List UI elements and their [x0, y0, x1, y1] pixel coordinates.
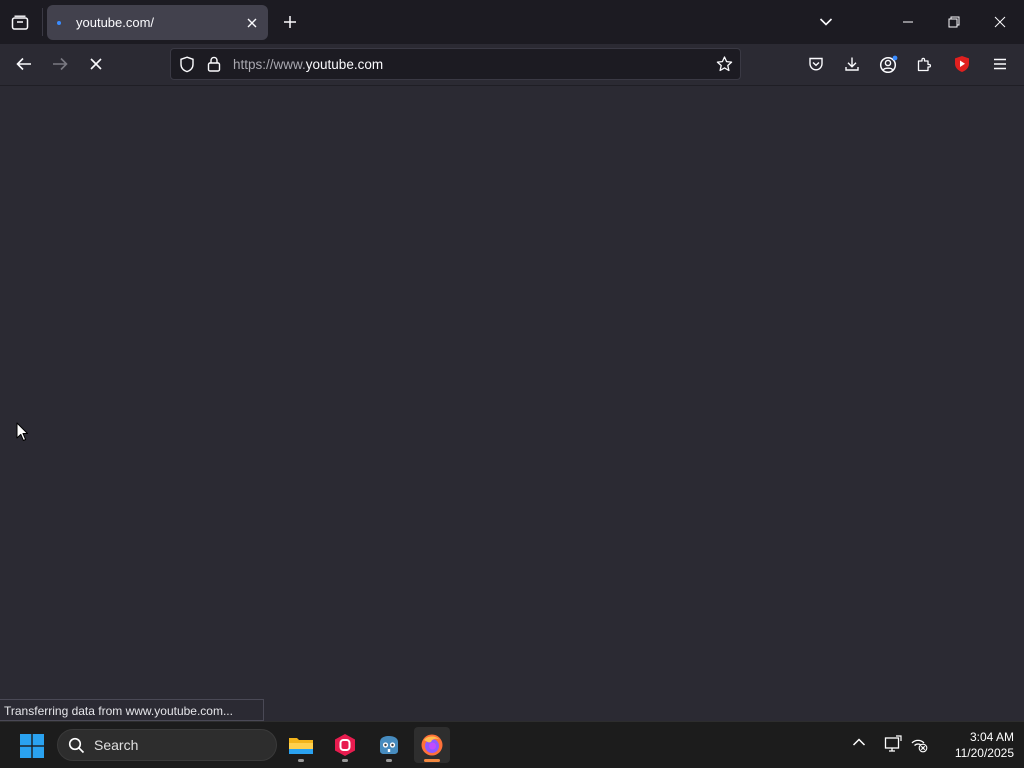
- close-icon: [247, 18, 257, 28]
- taskbar-app-d[interactable]: [327, 727, 363, 763]
- youtube-play-shield-icon: [953, 55, 971, 73]
- tracking-protection-shield-icon[interactable]: [179, 56, 195, 73]
- network-disconnected-icon[interactable]: [910, 735, 928, 753]
- taskbar-firefox[interactable]: [414, 727, 450, 763]
- taskbar-file-explorer[interactable]: [283, 727, 319, 763]
- downloads-button[interactable]: [837, 50, 867, 78]
- folder-icon: [288, 734, 314, 756]
- running-indicator: [298, 759, 304, 762]
- running-indicator: [342, 759, 348, 762]
- hamburger-menu-icon: [993, 58, 1007, 70]
- firefox-icon: [420, 733, 444, 757]
- youtube-extension-button[interactable]: [947, 50, 977, 78]
- tab-close-button[interactable]: [242, 13, 262, 33]
- navigation-toolbar: https://www.youtube.com: [0, 44, 1024, 86]
- extensions-button[interactable]: [909, 50, 939, 78]
- godot-robot-icon: [377, 734, 401, 756]
- stop-loading-button[interactable]: [81, 50, 111, 78]
- taskbar: Search 3:04 AM 11/20/2025: [0, 721, 1024, 768]
- running-indicator: [386, 759, 392, 762]
- taskbar-godot[interactable]: [371, 727, 407, 763]
- url-scheme: https://www.: [233, 57, 306, 72]
- search-icon: [68, 737, 85, 754]
- taskbar-search-box[interactable]: Search: [57, 729, 277, 761]
- restore-button[interactable]: [934, 6, 974, 38]
- tab-strip: youtube.com/: [0, 0, 1024, 44]
- monitor-icon[interactable]: [884, 735, 902, 753]
- stop-x-icon: [90, 58, 102, 70]
- account-icon: [879, 55, 898, 74]
- tab-separator: [42, 8, 43, 36]
- tab-title: youtube.com/: [76, 15, 155, 30]
- restore-icon: [948, 16, 960, 28]
- address-bar[interactable]: https://www.youtube.com: [170, 48, 741, 80]
- active-indicator: [424, 759, 440, 762]
- search-label: Search: [94, 737, 139, 753]
- forward-button[interactable]: [45, 50, 75, 78]
- red-app-icon: [333, 733, 357, 757]
- close-window-button[interactable]: [980, 6, 1020, 38]
- clock-time: 3:04 AM: [969, 730, 1014, 744]
- status-panel: Transferring data from www.youtube.com..…: [0, 699, 264, 721]
- back-button[interactable]: [9, 50, 39, 78]
- show-hidden-icons-chevron-up-icon[interactable]: [852, 737, 866, 747]
- list-all-tabs-button[interactable]: [812, 8, 840, 36]
- windows-logo-icon: [20, 734, 44, 758]
- plus-icon: [283, 15, 297, 29]
- url-text[interactable]: https://www.youtube.com: [233, 57, 383, 72]
- firefox-view-icon: [11, 15, 29, 31]
- page-content-area[interactable]: [0, 86, 1024, 721]
- puzzle-icon: [916, 56, 932, 72]
- start-button[interactable]: [16, 730, 48, 762]
- clock-date: 11/20/2025: [954, 746, 1014, 760]
- arrow-right-icon: [52, 57, 68, 71]
- close-icon: [994, 16, 1006, 28]
- pocket-icon: [808, 56, 824, 72]
- chevron-down-icon: [819, 17, 833, 27]
- taskbar-clock[interactable]: 3:04 AM 11/20/2025: [930, 729, 1014, 761]
- new-tab-button[interactable]: [278, 9, 302, 35]
- loading-favicon-icon: [57, 21, 61, 25]
- pocket-button[interactable]: [801, 50, 831, 78]
- url-host: youtube.com: [305, 57, 384, 72]
- bookmark-star-icon[interactable]: [716, 56, 733, 72]
- tab-youtube[interactable]: youtube.com/: [47, 5, 268, 40]
- lock-icon[interactable]: [207, 56, 221, 72]
- minimize-button[interactable]: [888, 6, 928, 38]
- account-button[interactable]: [873, 50, 903, 78]
- arrow-left-icon: [16, 57, 32, 71]
- app-menu-button[interactable]: [985, 50, 1015, 78]
- minimize-icon: [902, 21, 914, 23]
- mouse-cursor-icon: [16, 422, 28, 442]
- download-icon: [844, 56, 860, 72]
- firefox-view-button[interactable]: [6, 9, 34, 37]
